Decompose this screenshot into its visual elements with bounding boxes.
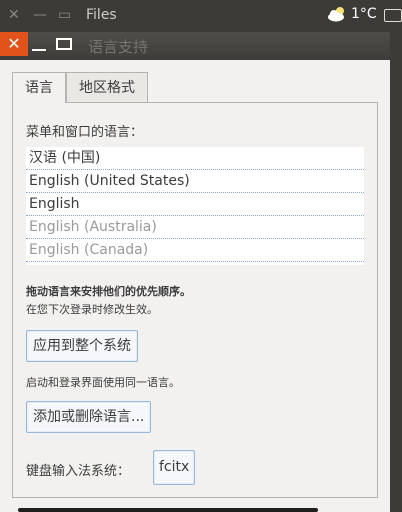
tab-language[interactable]: 语言 bbox=[12, 72, 66, 103]
input-method-select[interactable]: fcitx bbox=[153, 450, 196, 485]
cloud-sun-icon bbox=[328, 7, 344, 22]
dialog-title: 语言支持 bbox=[88, 38, 149, 56]
dialog-maximize-button[interactable] bbox=[56, 38, 72, 50]
apply-system-wide-button[interactable]: 应用到整个系统 bbox=[26, 330, 138, 362]
input-method-label: 键盘输入法系统： bbox=[26, 464, 131, 479]
panel-minimize-icon[interactable]: — bbox=[33, 7, 47, 23]
language-list[interactable]: 汉语 (中国) English (United States) English … bbox=[26, 147, 364, 265]
language-tab-panel: 菜单和窗口的语言： 汉语 (中国) English (United States… bbox=[12, 102, 378, 498]
language-item[interactable]: English (Canada) bbox=[26, 239, 364, 262]
app-title: Files bbox=[86, 7, 117, 23]
dialog-minimize-button[interactable] bbox=[30, 40, 48, 52]
next-login-hint: 在您下次登录时修改生效。 bbox=[26, 303, 158, 316]
language-item[interactable]: English (Australia) bbox=[26, 216, 364, 239]
language-item[interactable]: English bbox=[26, 193, 364, 216]
language-item[interactable]: English (United States) bbox=[26, 170, 364, 193]
panel-close-icon[interactable]: ✕ bbox=[8, 7, 20, 23]
panel-maximize-icon[interactable]: ▭ bbox=[58, 7, 71, 23]
dialog-close-button[interactable]: ✕ bbox=[0, 32, 28, 56]
keyboard-icon[interactable] bbox=[384, 9, 402, 22]
temperature-label: 1°C bbox=[351, 6, 377, 22]
drag-hint: 拖动语言来安排他们的优先顺序。 bbox=[26, 285, 191, 298]
add-remove-languages-button[interactable]: 添加或删除语言... bbox=[26, 401, 152, 433]
language-item[interactable]: 汉语 (中国) bbox=[26, 147, 364, 170]
desktop-edge bbox=[390, 60, 402, 512]
language-list-label: 菜单和窗口的语言： bbox=[26, 125, 144, 140]
horizontal-scrollbar[interactable] bbox=[18, 508, 318, 512]
tab-bar: 语言 地区格式 bbox=[12, 72, 148, 103]
weather-indicator[interactable]: 1°C bbox=[327, 6, 377, 22]
apply-hint: 启动和登录界面使用同一语言。 bbox=[26, 376, 180, 389]
dialog-body: 语言 地区格式 菜单和窗口的语言： 汉语 (中国) English (Unite… bbox=[0, 60, 390, 512]
tab-regional-formats[interactable]: 地区格式 bbox=[66, 72, 148, 102]
top-panel: ✕ — ▭ Files 1°C bbox=[0, 0, 402, 32]
